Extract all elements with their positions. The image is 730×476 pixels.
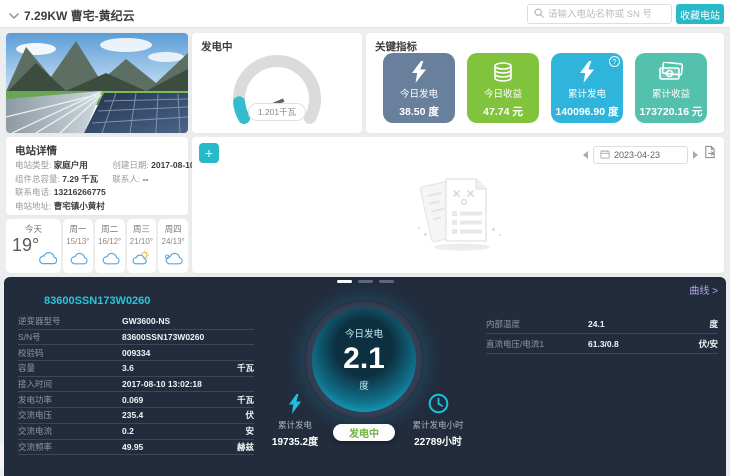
top-header: 7.29KW 曹宅-黄纪云 收藏电站 xyxy=(0,0,730,28)
generating-status-button[interactable]: 发电中 xyxy=(333,424,395,441)
table-row: 容量3.6千瓦 xyxy=(18,361,254,377)
solar-farm-photo xyxy=(6,33,188,133)
cloud-icon xyxy=(68,251,87,270)
total-hours-stat: 累计发电小时 22789小时 xyxy=(396,419,480,448)
help-badge[interactable]: ? xyxy=(609,56,620,67)
cloud-icon xyxy=(164,251,183,270)
next-day-arrow-icon[interactable] xyxy=(693,151,698,159)
kpi-today-generation[interactable]: 今日发电 38.50 度 xyxy=(383,53,455,123)
gauge-value: 2.1 xyxy=(312,342,416,376)
carousel-dash[interactable] xyxy=(358,280,373,283)
power-gauge-card: 发电中 1.201千瓦 xyxy=(192,33,362,133)
carousel-dash-active[interactable] xyxy=(337,280,352,283)
sun-cloud-icon xyxy=(131,250,151,270)
page-scrollbar-thumb[interactable] xyxy=(0,444,4,468)
table-row: 内部温度24.1度 xyxy=(486,314,718,334)
clock-icon xyxy=(428,393,449,419)
station-details-card: 电站详情 电站类型: 家庭户用 创建日期: 2017-08-10 组件总容量: … xyxy=(6,137,188,215)
table-row: S/N号83600SSN173W0260 xyxy=(18,330,254,346)
carousel-dash[interactable] xyxy=(379,280,394,283)
inverter-readings-table: 内部温度24.1度 直流电压/电流161.3/0.8伏/安 xyxy=(486,314,718,354)
table-row: 交流频率49.95赫兹 xyxy=(18,440,254,456)
search-icon xyxy=(534,5,544,23)
station-search[interactable] xyxy=(527,4,672,24)
weather-thursday: 周四 24/13° xyxy=(158,219,188,273)
weather-strip: 今天 19° 周一 15/13° 周二 16/12° 周三 21/10° xyxy=(6,219,188,273)
kpi-total-income[interactable]: 累计收益 173720.16 元 xyxy=(635,53,707,123)
table-row: 交流电压235.4伏 xyxy=(18,408,254,424)
key-indicators-title: 关键指标 xyxy=(375,39,417,54)
date-navigation: 2023-04-23 xyxy=(583,145,716,164)
no-data-illustration xyxy=(388,171,528,257)
key-indicators-card: 关键指标 今日发电 38.50 度 今日收益 47.74 元 ? xyxy=(366,33,724,133)
lightning-icon xyxy=(383,59,455,85)
cloud-icon xyxy=(100,251,119,270)
gauge-title: 今日发电 xyxy=(312,326,416,340)
weather-tuesday: 周二 16/12° xyxy=(95,219,125,273)
calendar-icon xyxy=(600,149,610,161)
gauge-unit: 度 xyxy=(312,378,416,392)
date-value: 2023-04-23 xyxy=(614,150,660,160)
kpi-today-income[interactable]: 今日收益 47.74 元 xyxy=(467,53,539,123)
prev-day-arrow-icon[interactable] xyxy=(583,151,588,159)
table-row: 接入时间2017-08-10 13:02:18 xyxy=(18,377,254,393)
today-generation-gauge: 今日发电 2.1 度 xyxy=(304,300,424,420)
kpi-row: 今日发电 38.50 度 今日收益 47.74 元 ? 累计发电 140096.… xyxy=(383,53,707,123)
table-row: 校验码009334 xyxy=(18,345,254,361)
search-input[interactable] xyxy=(548,9,680,20)
table-row: 逆变器型号GW3600-NS xyxy=(18,314,254,330)
power-value-pill: 1.201千瓦 xyxy=(248,103,306,121)
inverter-details-table: 逆变器型号GW3600-NS S/N号83600SSN173W0260 校验码0… xyxy=(18,314,254,455)
page-title: 7.29KW 曹宅-黄纪云 xyxy=(24,7,135,24)
carousel-indicator xyxy=(337,280,394,283)
table-row: 发电功率0.069千瓦 xyxy=(18,392,254,408)
coins-icon xyxy=(467,59,539,85)
cloud-icon xyxy=(37,250,57,270)
station-photo xyxy=(6,33,188,133)
daily-chart-panel: + 2023-04-23 xyxy=(192,137,724,273)
inverter-serial-title: 83600SSN173W0260 xyxy=(44,295,150,307)
add-chart-button[interactable]: + xyxy=(199,143,219,163)
station-details-body: 电站类型: 家庭户用 创建日期: 2017-08-10 组件总容量: 7.29 … xyxy=(15,159,186,213)
date-picker[interactable]: 2023-04-23 xyxy=(593,146,688,164)
inverter-panel: 83600SSN173W0260 曲线 > 逆变器型号GW3600-NS S/N… xyxy=(4,277,726,476)
station-details-title: 电站详情 xyxy=(15,143,57,158)
lightning-icon xyxy=(288,394,302,419)
weather-wednesday: 周三 21/10° xyxy=(127,219,157,273)
export-report-icon[interactable] xyxy=(703,145,716,164)
collect-station-button[interactable]: 收藏电站 xyxy=(676,4,724,24)
total-generation-stat: 累计发电 19735.2度 xyxy=(253,419,337,448)
kpi-total-generation[interactable]: ? 累计发电 140096.90 度 xyxy=(551,53,623,123)
weather-today: 今天 19° xyxy=(6,219,61,273)
table-row: 交流电流0.2安 xyxy=(18,424,254,440)
table-row: 直流电压/电流161.3/0.8伏/安 xyxy=(486,334,718,354)
curve-link[interactable]: 曲线 > xyxy=(689,282,718,297)
cash-icon xyxy=(635,59,707,85)
weather-monday: 周一 15/13° xyxy=(63,219,93,273)
collapse-chevron-icon[interactable] xyxy=(8,9,20,21)
